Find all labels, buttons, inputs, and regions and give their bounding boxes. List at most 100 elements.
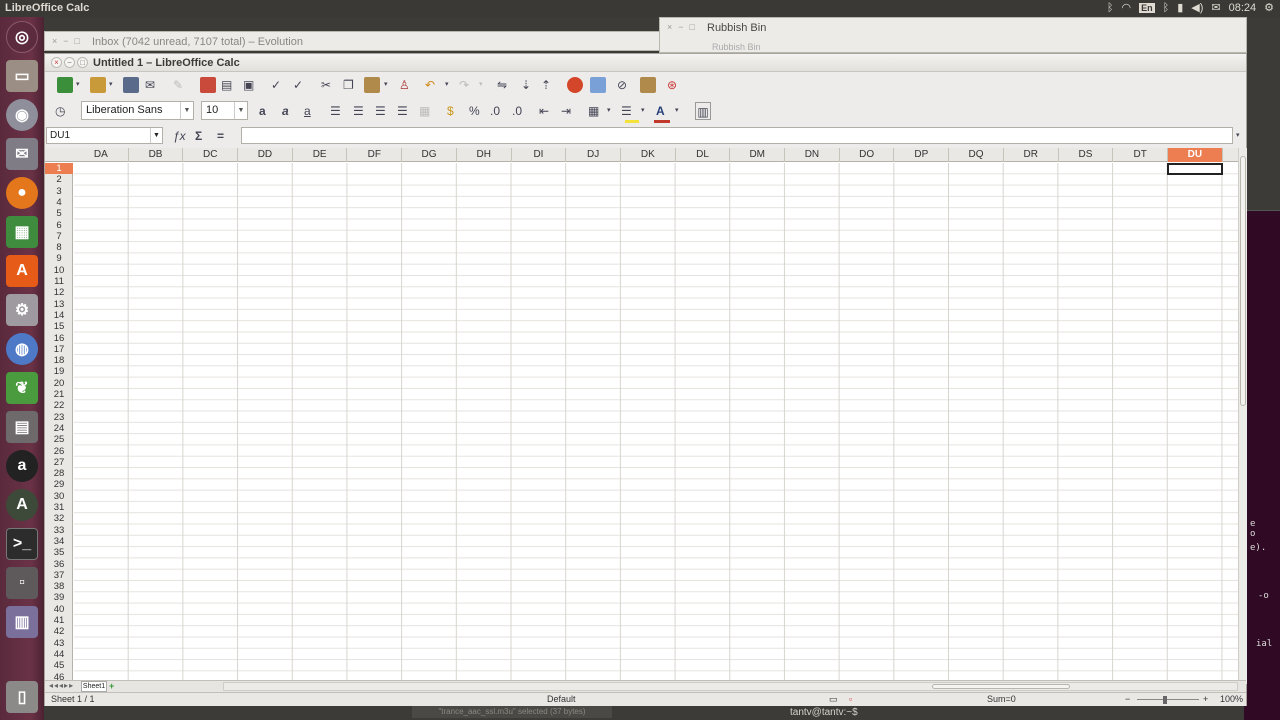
column-header[interactable]: DR — [1004, 148, 1059, 162]
column-header[interactable]: DM — [730, 148, 786, 162]
chevron-down-icon[interactable]: ▾ — [445, 76, 449, 94]
function-icon[interactable]: = — [217, 127, 224, 145]
column-header[interactable]: DF — [348, 148, 403, 162]
horizontal-scroll-thumb[interactable] — [932, 684, 1070, 689]
row-header[interactable]: 40 — [45, 604, 73, 615]
ubuntu-one-icon[interactable]: A — [6, 489, 38, 521]
column-header[interactable]: DN — [785, 148, 840, 162]
column-header[interactable]: DG — [402, 148, 457, 162]
mail-client-icon[interactable]: ✉ — [6, 138, 38, 170]
sidebar-toggle-icon[interactable]: ▥ — [695, 102, 711, 120]
spreadsheet-grid[interactable]: DA DB DC DD DE DF DG DH DI DJ DK DL DM DN DO DP DQ DR DS DT… — [45, 148, 1238, 684]
column-header[interactable]: DI — [512, 148, 567, 162]
export-pdf-icon[interactable] — [200, 77, 216, 93]
vertical-scroll-thumb[interactable] — [1240, 156, 1246, 406]
row-header[interactable]: 33 — [45, 525, 73, 536]
row-header[interactable]: 9 — [45, 253, 73, 264]
row-header[interactable]: 5 — [45, 208, 73, 219]
chevron-down-icon[interactable]: ▼ — [180, 102, 193, 119]
row-header[interactable]: 34 — [45, 536, 73, 547]
zoom-slider[interactable] — [1137, 699, 1199, 700]
column-header[interactable]: DA — [74, 148, 129, 162]
battery-icon[interactable]: ▮ — [1177, 1, 1183, 14]
row-header[interactable]: 15 — [45, 321, 73, 332]
chevron-down-icon[interactable]: ▾ — [641, 102, 645, 120]
align-right-icon[interactable]: ☰ — [375, 102, 386, 120]
row-header[interactable]: 17 — [45, 344, 73, 355]
keyboard-layout-indicator[interactable]: En — [1139, 2, 1155, 13]
expand-formula-icon[interactable]: ▾ — [1236, 127, 1240, 145]
row-header[interactable]: 25 — [45, 434, 73, 445]
document-modified-icon[interactable]: ▫ — [849, 693, 852, 706]
row-header[interactable]: 11 — [45, 276, 73, 287]
row-header[interactable]: 24 — [45, 423, 73, 434]
minimize-icon[interactable]: − — [64, 57, 75, 68]
open-icon[interactable] — [90, 77, 106, 93]
active-cell-cursor[interactable] — [1167, 163, 1223, 175]
maximize-icon[interactable]: □ — [77, 57, 88, 68]
background-color-swatch[interactable] — [625, 120, 639, 123]
zoom-slider-handle[interactable] — [1163, 696, 1167, 704]
align-center-icon[interactable]: ☰ — [353, 102, 364, 120]
row-header[interactable]: 37 — [45, 570, 73, 581]
column-header[interactable]: DO — [840, 148, 895, 162]
column-header[interactable]: DS — [1059, 148, 1114, 162]
calc-icon[interactable]: ▦ — [6, 216, 38, 248]
print-preview-icon[interactable]: ▣ — [243, 76, 254, 94]
horizontal-scrollbar[interactable] — [223, 682, 1238, 691]
gallery-icon[interactable] — [640, 77, 656, 93]
row-header[interactable]: 36 — [45, 559, 73, 570]
sheet-tab[interactable]: Sheet1 — [81, 681, 107, 692]
trash-icon[interactable]: ▯ — [6, 681, 38, 713]
chevron-down-icon[interactable]: ▼ — [150, 128, 162, 143]
chevron-down-icon[interactable]: ▼ — [234, 102, 247, 119]
sheet-nav-arrows-icon[interactable]: ◂◂◂▸▸ — [49, 681, 74, 690]
column-header[interactable]: DH — [457, 148, 512, 162]
page-style[interactable]: Default — [547, 693, 576, 706]
chromium-icon[interactable]: ◍ — [6, 333, 38, 365]
workspace-switcher-icon[interactable]: ▫ — [6, 567, 38, 599]
column-header[interactable]: DB — [129, 148, 184, 162]
currency-format-icon[interactable]: $ — [447, 102, 454, 120]
merge-cells-icon[interactable]: ▦ — [419, 102, 430, 120]
row-header[interactable]: 20 — [45, 378, 73, 389]
font-color-swatch[interactable] — [654, 120, 670, 123]
column-header[interactable]: DU — [1168, 148, 1223, 162]
terminal-window[interactable]: e o e). -o ial — [1244, 210, 1280, 720]
software-center-icon[interactable]: A — [6, 255, 38, 287]
column-header[interactable]: DE — [293, 148, 348, 162]
column-header[interactable]: DL — [676, 148, 731, 162]
wifi-icon[interactable]: ◠ — [1121, 1, 1131, 14]
row-header[interactable]: 7 — [45, 231, 73, 242]
line-style-icon[interactable]: ☰ — [621, 102, 632, 120]
font-name-select[interactable]: Liberation Sans ▼ — [81, 101, 194, 120]
column-header[interactable]: DP — [895, 148, 950, 162]
italic-icon[interactable]: a — [282, 102, 289, 120]
column-header[interactable]: DD — [238, 148, 293, 162]
terminal-icon[interactable]: >_ — [6, 528, 38, 560]
chevron-down-icon[interactable]: ▾ — [479, 76, 483, 94]
bold-icon[interactable]: a — [259, 102, 266, 120]
styles-icon[interactable]: ◷ — [55, 102, 65, 120]
row-header[interactable]: 41 — [45, 615, 73, 626]
row-header[interactable]: 31 — [45, 502, 73, 513]
row-header[interactable]: 27 — [45, 457, 73, 468]
row-header[interactable]: 6 — [45, 220, 73, 231]
column-header[interactable]: DJ — [566, 148, 621, 162]
column-header[interactable]: DC — [183, 148, 239, 162]
evolution-window[interactable]: ×−□ Inbox (7042 unread, 7107 total) – Ev… — [44, 31, 670, 51]
volume-icon[interactable]: ◀) — [1191, 1, 1203, 14]
zoom-in-icon[interactable]: + — [1203, 693, 1208, 706]
row-header[interactable]: 26 — [45, 446, 73, 457]
mail-icon[interactable]: ✉ — [1211, 1, 1220, 14]
chevron-down-icon[interactable]: ▾ — [384, 76, 388, 94]
increase-indent-icon[interactable]: ⇥ — [561, 102, 571, 120]
add-decimal-icon[interactable]: .0 — [490, 102, 500, 120]
row-header[interactable]: 45 — [45, 660, 73, 671]
bluetooth-icon[interactable]: ᛒ — [1107, 2, 1114, 14]
sort-ascending-icon[interactable]: ⇣ — [521, 76, 531, 94]
row-header[interactable]: 2 — [45, 174, 73, 185]
autospell-icon[interactable]: ✓ — [293, 76, 303, 94]
row-header[interactable]: 38 — [45, 581, 73, 592]
row-header[interactable]: 12 — [45, 287, 73, 298]
